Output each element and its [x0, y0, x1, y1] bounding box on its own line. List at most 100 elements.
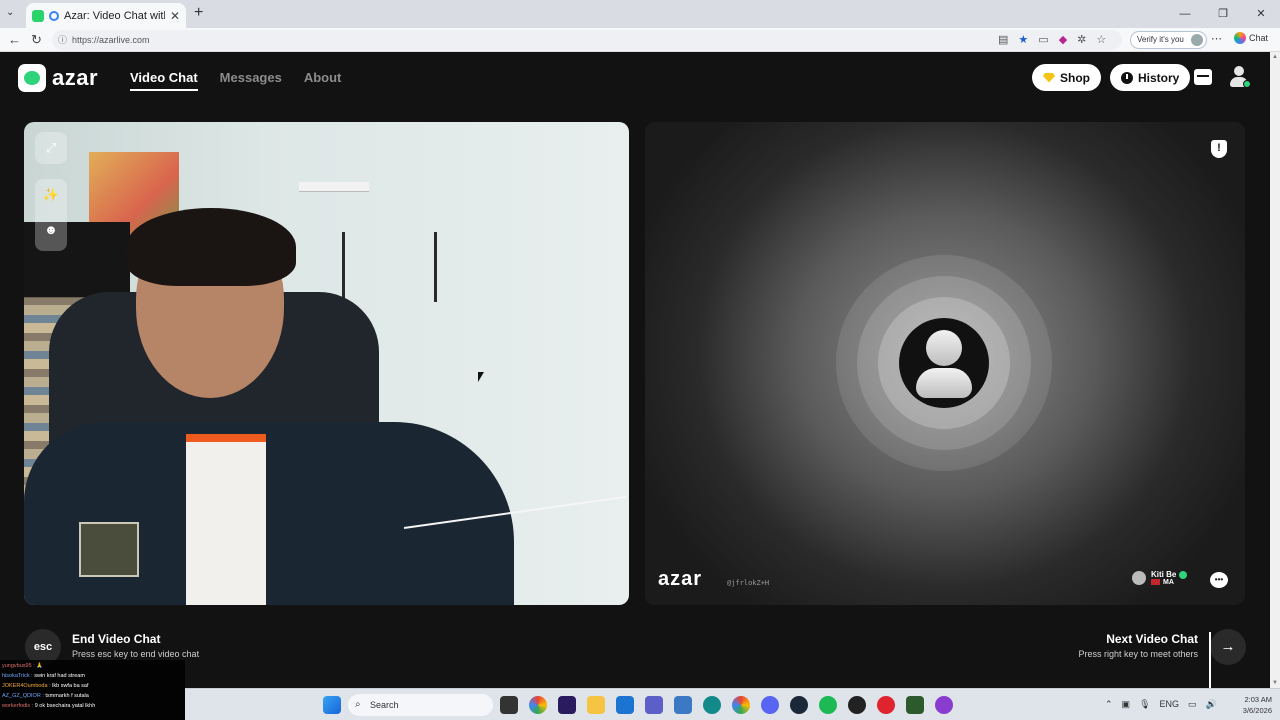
- premiere-icon[interactable]: [558, 696, 576, 714]
- opera-icon[interactable]: [877, 696, 895, 714]
- app-icon-purple[interactable]: [935, 696, 953, 714]
- tab-title: Azar: Video Chat with New Pe: [64, 9, 165, 22]
- person-shirt: [186, 434, 266, 605]
- chrome-profile-icon[interactable]: [732, 696, 750, 714]
- taskbar-clock[interactable]: 2:03 AM 3/6/2026: [1234, 694, 1272, 716]
- file-explorer-icon[interactable]: [587, 696, 605, 714]
- browser-window: ⌄ Azar: Video Chat with New Pe ✕ + — ❐ ✕…: [0, 0, 1280, 720]
- tab-close-icon[interactable]: ✕: [170, 9, 180, 23]
- favorite-star-icon[interactable]: ★: [1018, 33, 1028, 46]
- page-scrollbar[interactable]: ▲ ▼: [1270, 52, 1280, 688]
- chat-message: tsmmarkh f sutala: [43, 693, 89, 699]
- clock-date: 3/6/2026: [1242, 706, 1272, 715]
- store-icon[interactable]: [616, 696, 634, 714]
- peer-placeholder-avatar: [899, 318, 989, 408]
- maximize-button[interactable]: ❐: [1204, 0, 1242, 28]
- wall-rack: [342, 232, 437, 302]
- scroll-down-icon[interactable]: ▼: [1272, 680, 1278, 686]
- refresh-icon[interactable]: ↻: [31, 32, 42, 48]
- address-bar-icons: ▤ ★ ▭ ◆ ✲ ☆: [998, 33, 1106, 46]
- copilot-icon: [1234, 32, 1246, 44]
- my-profile-avatar[interactable]: [1228, 65, 1251, 89]
- puzzle-icon[interactable]: ✲: [1077, 33, 1086, 46]
- peer-country: MA: [1163, 579, 1174, 586]
- tray-app-icon[interactable]: ▣: [1122, 699, 1131, 710]
- chat-user: JOKER4Oumboda :: [2, 683, 51, 689]
- camera-icon[interactable]: ▭: [1038, 33, 1048, 46]
- expand-icon[interactable]: ⤢: [35, 132, 67, 164]
- recording-icon: [49, 10, 59, 21]
- jacket-patch: [79, 522, 139, 577]
- xbox-icon[interactable]: [674, 696, 692, 714]
- tray-expand-icon[interactable]: ⌃: [1105, 699, 1113, 710]
- chat-line: hisokaTrick : swin kraf had stream: [2, 671, 183, 681]
- favorites-icon[interactable]: ☆: [1096, 33, 1106, 46]
- scroll-up-icon[interactable]: ▲: [1272, 54, 1278, 60]
- chat-bubble-icon[interactable]: •••: [1210, 572, 1228, 588]
- report-shield-icon[interactable]: !: [1211, 140, 1227, 158]
- tab-menu-icon[interactable]: ⌄: [6, 7, 14, 18]
- azar-logo-text: azar: [52, 65, 99, 90]
- language-indicator[interactable]: ENG: [1160, 699, 1180, 710]
- terminal-app-icon[interactable]: [906, 696, 924, 714]
- shop-button[interactable]: Shop: [1032, 64, 1101, 91]
- chat-user: yungvbus95 :: [2, 663, 35, 669]
- copilot-button[interactable]: Chat: [1234, 32, 1268, 44]
- window-controls: — ❐ ✕: [1166, 0, 1280, 28]
- verify-profile-button[interactable]: Verify it's you: [1130, 31, 1207, 49]
- inbox-icon[interactable]: [1194, 69, 1212, 85]
- search-icon: ⌕: [355, 699, 361, 710]
- clock-time: 2:03 AM: [1244, 695, 1272, 704]
- chat-line: yungvbus95 : 🙏: [2, 661, 183, 671]
- obs-icon[interactable]: [848, 696, 866, 714]
- text-caret: [1209, 632, 1211, 688]
- nav-video-chat[interactable]: Video Chat: [130, 70, 198, 91]
- chat-user: hisokaTrick :: [2, 673, 33, 679]
- extension-icon[interactable]: ◆: [1059, 33, 1067, 46]
- chat-message: swin kraf had stream: [32, 673, 85, 679]
- main-nav: Video Chat Messages About: [130, 70, 341, 91]
- microphone-icon[interactable]: 🎙: [1139, 699, 1150, 710]
- stream-chat-overlay: yungvbus95 : 🙏 hisokaTrick : swin kraf h…: [0, 660, 185, 720]
- avatar-head: [1234, 66, 1244, 76]
- network-icon[interactable]: ▭: [1188, 699, 1197, 710]
- tab-azar[interactable]: Azar: Video Chat with New Pe ✕: [26, 3, 186, 28]
- reader-icon[interactable]: ▤: [998, 33, 1008, 46]
- nav-messages[interactable]: Messages: [220, 70, 282, 91]
- chrome-icon[interactable]: [529, 696, 547, 714]
- discord-icon[interactable]: [761, 696, 779, 714]
- taskbar: ⌕ Search ⌃ ▣ 🎙 ENG ▭ 🔊 2:03 AM 3/6/2026: [185, 688, 1280, 720]
- shop-label: Shop: [1060, 70, 1090, 85]
- person-hair: [126, 208, 296, 286]
- windows-start-icon[interactable]: [323, 696, 341, 714]
- taskbar-search[interactable]: ⌕ Search: [348, 694, 493, 716]
- more-menu-icon[interactable]: ⋯: [1211, 32, 1222, 45]
- chat-line: workerfodis : 9 ok bsechaira yatal lkhh: [2, 701, 183, 711]
- edge-icon[interactable]: [703, 696, 721, 714]
- task-view-icon[interactable]: [500, 696, 518, 714]
- copilot-label: Chat: [1249, 33, 1269, 43]
- online-status-dot: [1243, 80, 1251, 88]
- steam-icon[interactable]: [790, 696, 808, 714]
- site-info-icon[interactable]: ⓘ: [58, 30, 67, 50]
- spotify-icon[interactable]: [819, 696, 837, 714]
- search-placeholder: Search: [370, 700, 399, 710]
- history-button[interactable]: History: [1110, 64, 1191, 91]
- close-window-button[interactable]: ✕: [1242, 0, 1280, 28]
- next-chat-button[interactable]: →: [1210, 629, 1246, 665]
- azar-logo[interactable]: azar: [18, 64, 98, 92]
- sticker-icon[interactable]: ☻: [35, 222, 67, 237]
- history-label: History: [1138, 70, 1180, 85]
- magic-wand-icon[interactable]: ✨: [35, 187, 67, 203]
- start-button[interactable]: [323, 696, 341, 714]
- url-field[interactable]: ⓘ https://azarlive.com: [52, 30, 1122, 50]
- minimize-button[interactable]: —: [1166, 0, 1204, 28]
- chat-user: AZ_GZ_QDIOR :: [2, 693, 44, 699]
- peer-info[interactable]: Kiti Be MA: [1132, 570, 1188, 586]
- new-tab-button[interactable]: +: [194, 4, 203, 22]
- speaker-icon[interactable]: 🔊: [1206, 699, 1217, 710]
- wall-shelf: [299, 182, 369, 192]
- teams-icon[interactable]: [645, 696, 663, 714]
- back-icon[interactable]: ←: [8, 32, 21, 47]
- nav-about[interactable]: About: [304, 70, 342, 91]
